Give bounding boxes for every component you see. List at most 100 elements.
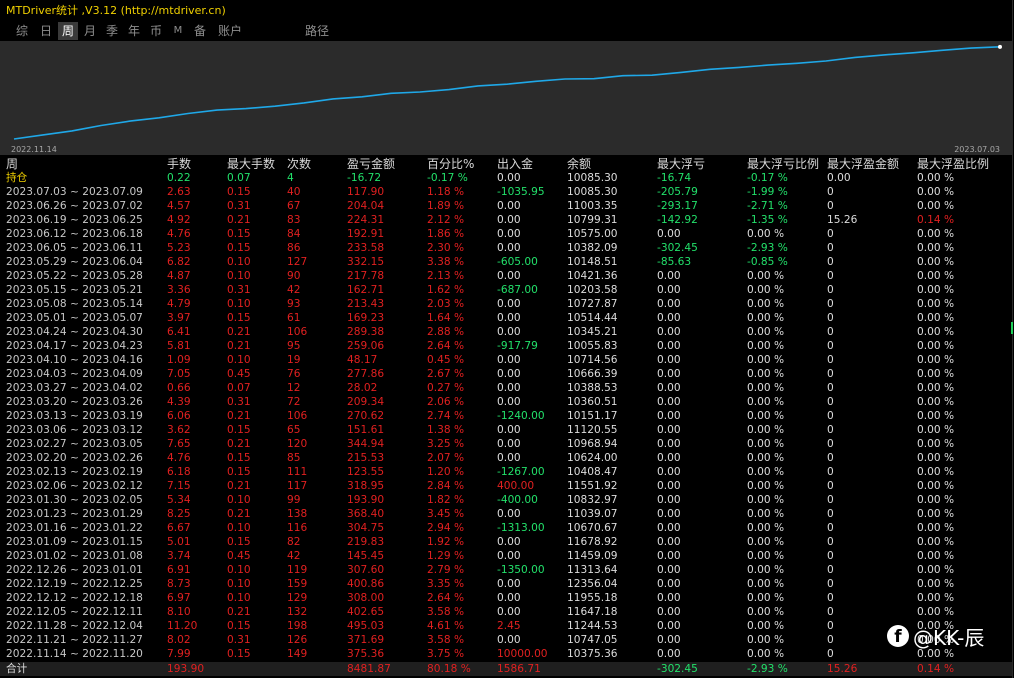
table-row[interactable]: 2023.01.23 ~ 2023.01.29 8.25 0.21 138 368.40… bbox=[0, 507, 1012, 521]
cell-max-floating-loss-pct: 0.00 % bbox=[747, 606, 785, 618]
table-row[interactable]: 2022.12.19 ~ 2022.12.25 8.73 0.10 159 400.86… bbox=[0, 577, 1012, 591]
cell-percent: 1.20 % bbox=[427, 466, 465, 478]
holding-row[interactable]: 持仓 0.22 0.07 4 -16.72 -0.17 % 0.00 10085.30 -16.… bbox=[0, 171, 1012, 185]
table-row[interactable]: 2022.12.05 ~ 2022.12.11 8.10 0.21 132 402.65… bbox=[0, 605, 1012, 619]
tab-weekly[interactable]: 周 bbox=[58, 22, 78, 40]
table-row[interactable]: 2023.01.16 ~ 2023.01.22 6.67 0.10 116 304.75… bbox=[0, 521, 1012, 535]
cell-period: 2023.02.13 ~ 2023.02.19 bbox=[6, 466, 143, 478]
cell-max-floating-loss: 0.00 bbox=[657, 270, 681, 282]
table-row[interactable]: 2023.06.19 ~ 2023.06.25 4.92 0.21 83 224.31 2… bbox=[0, 213, 1012, 227]
cell-max-floating-loss-pct: 0.00 % bbox=[747, 340, 785, 352]
table-row[interactable]: 2022.11.21 ~ 2022.11.27 8.02 0.31 126 371.69… bbox=[0, 633, 1012, 647]
cell-percent: 2.64 % bbox=[427, 340, 465, 352]
cell-max-floating-loss: 0.00 bbox=[657, 606, 681, 618]
cell-max-floating-loss-pct: -2.93 % bbox=[747, 242, 788, 254]
cell-trades: 83 bbox=[287, 214, 301, 226]
table-row[interactable]: 2023.04.17 ~ 2023.04.23 5.81 0.21 95 259.06 2… bbox=[0, 339, 1012, 353]
cell-pnl: 193.90 bbox=[347, 494, 385, 506]
cell-balance: 10345.21 bbox=[567, 326, 618, 338]
table-row[interactable]: 2023.03.06 ~ 2023.03.12 3.62 0.15 65 151.61 1… bbox=[0, 423, 1012, 437]
cell-period: 2023.05.29 ~ 2023.06.04 bbox=[6, 256, 143, 268]
cell-deposit-withdraw: -1313.00 bbox=[497, 522, 545, 534]
cell-max-floating-profit-pct: 0.00 % bbox=[917, 536, 955, 548]
cell-max-floating-loss-pct: 0.00 % bbox=[747, 522, 785, 534]
cell-trades: 42 bbox=[287, 284, 301, 296]
table-row[interactable]: 2022.12.26 ~ 2023.01.01 6.91 0.10 119 307.60… bbox=[0, 563, 1012, 577]
table-row[interactable]: 2023.06.12 ~ 2023.06.18 4.76 0.15 84 192.91 1… bbox=[0, 227, 1012, 241]
tab-currency[interactable]: 币 bbox=[146, 22, 166, 40]
cell-deposit-withdraw: -1035.95 bbox=[497, 186, 545, 198]
cell-period: 2023.06.26 ~ 2023.07.02 bbox=[6, 200, 143, 212]
table-row[interactable]: 2023.05.29 ~ 2023.06.04 6.82 0.10 127 332.15… bbox=[0, 255, 1012, 269]
table-row[interactable]: 2023.02.13 ~ 2023.02.19 6.18 0.15 111 123.55… bbox=[0, 465, 1012, 479]
table-row[interactable]: 2022.12.12 ~ 2022.12.18 6.97 0.10 129 308.00… bbox=[0, 591, 1012, 605]
cell-trades: 95 bbox=[287, 340, 301, 352]
tab-quarterly[interactable]: 季 bbox=[102, 22, 122, 40]
table-row[interactable]: 2023.06.26 ~ 2023.07.02 4.57 0.31 67 204.04 1… bbox=[0, 199, 1012, 213]
cell-period: 2023.03.06 ~ 2023.03.12 bbox=[6, 424, 143, 436]
cell-pnl: 270.62 bbox=[347, 410, 385, 422]
table-row[interactable]: 2023.03.27 ~ 2023.04.02 0.66 0.07 12 28.02 0.… bbox=[0, 381, 1012, 395]
table-row[interactable]: 2023.02.20 ~ 2023.02.26 4.76 0.15 85 215.53 2… bbox=[0, 451, 1012, 465]
table-row[interactable]: 2023.05.15 ~ 2023.05.21 3.36 0.31 42 162.71 1… bbox=[0, 283, 1012, 297]
cell-max-floating-loss-pct: -0.17 % bbox=[747, 172, 788, 184]
cell-max-lots: 0.21 bbox=[227, 606, 251, 618]
cell-percent: 3.45 % bbox=[427, 508, 465, 520]
table-row[interactable]: 2022.11.28 ~ 2022.12.04 11.20 0.15 198 495.0… bbox=[0, 619, 1012, 633]
table-row[interactable]: 2023.05.08 ~ 2023.05.14 4.79 0.10 93 213.43 2… bbox=[0, 297, 1012, 311]
cell-pnl: 162.71 bbox=[347, 284, 385, 296]
table-row[interactable]: 2023.04.24 ~ 2023.04.30 6.41 0.21 106 289.38… bbox=[0, 325, 1012, 339]
table-row[interactable]: 2023.01.02 ~ 2023.01.08 3.74 0.45 42 145.45 1… bbox=[0, 549, 1012, 563]
table-row[interactable]: 2023.01.30 ~ 2023.02.05 5.34 0.10 99 193.90 1… bbox=[0, 493, 1012, 507]
chart-start-date: 2022.11.14 bbox=[11, 145, 57, 154]
cell-max-floating-profit: 0 bbox=[827, 648, 834, 660]
table-row[interactable]: 2023.03.13 ~ 2023.03.19 6.06 0.21 106 270.62… bbox=[0, 409, 1012, 423]
cell-max-lots: 0.10 bbox=[227, 592, 251, 604]
tab-account[interactable]: 账户 bbox=[214, 22, 246, 40]
tab-m[interactable]: M bbox=[168, 22, 188, 40]
cell-deposit-withdraw: 0.00 bbox=[497, 172, 521, 184]
cell-balance: 10151.17 bbox=[567, 410, 618, 422]
table-row[interactable]: 2023.01.09 ~ 2023.01.15 5.01 0.15 82 219.83 1… bbox=[0, 535, 1012, 549]
cell-deposit-withdraw: 0.00 bbox=[497, 550, 521, 562]
cell-max-floating-loss: 0.00 bbox=[657, 592, 681, 604]
cell-percent: 1.18 % bbox=[427, 186, 465, 198]
cell-deposit-withdraw: 0.00 bbox=[497, 242, 521, 254]
cell-percent: 1.89 % bbox=[427, 200, 465, 212]
cell-max-lots: 0.10 bbox=[227, 564, 251, 576]
cell-max-floating-profit: 0 bbox=[827, 480, 834, 492]
cell-max-floating-loss-pct: 0.00 % bbox=[747, 438, 785, 450]
cell-trades: 138 bbox=[287, 508, 308, 520]
table-row[interactable]: 2023.02.27 ~ 2023.03.05 7.65 0.21 120 344.94… bbox=[0, 437, 1012, 451]
cell-pnl: 277.86 bbox=[347, 368, 385, 380]
table-row[interactable]: 2023.03.20 ~ 2023.03.26 4.39 0.31 72 209.34 2… bbox=[0, 395, 1012, 409]
table-row[interactable]: 2023.02.06 ~ 2023.02.12 7.15 0.21 117 318.95… bbox=[0, 479, 1012, 493]
cell-max-floating-profit-pct: 0.00 % bbox=[917, 340, 955, 352]
cell-pnl: 215.53 bbox=[347, 452, 385, 464]
cell-max-floating-profit-pct: 0.00 % bbox=[917, 592, 955, 604]
stats-table: 周手数 最大手数 次数 盈亏金额 百分比% 出入金 余额 最大浮亏 最大浮亏比例 最大浮盈金额 最大… bbox=[0, 156, 1012, 678]
cell-max-lots: 0.10 bbox=[227, 256, 251, 268]
table-row[interactable]: 2023.04.10 ~ 2023.04.16 1.09 0.10 19 48.17 0.… bbox=[0, 353, 1012, 367]
tab-notes[interactable]: 备 bbox=[190, 22, 210, 40]
table-row[interactable]: 2023.06.05 ~ 2023.06.11 5.23 0.15 86 233.58 2… bbox=[0, 241, 1012, 255]
cell-percent: 0.27 % bbox=[427, 382, 465, 394]
table-row[interactable]: 2023.04.03 ~ 2023.04.09 7.05 0.45 76 277.86 2… bbox=[0, 367, 1012, 381]
table-row[interactable]: 2022.11.14 ~ 2022.11.20 7.99 0.15 149 375.36… bbox=[0, 647, 1012, 661]
table-row[interactable]: 2023.05.01 ~ 2023.05.07 3.97 0.15 61 169.23 1… bbox=[0, 311, 1012, 325]
tab-daily[interactable]: 日 bbox=[36, 22, 56, 40]
table-row[interactable]: 2023.05.22 ~ 2023.05.28 4.87 0.10 90 217.78 2… bbox=[0, 269, 1012, 283]
table-row[interactable]: 2023.07.03 ~ 2023.07.09 2.63 0.15 40 117.90 1… bbox=[0, 185, 1012, 199]
cell-max-floating-profit-pct: 0.00 % bbox=[917, 550, 955, 562]
cell-period: 2023.03.13 ~ 2023.03.19 bbox=[6, 410, 143, 422]
tab-monthly[interactable]: 月 bbox=[80, 22, 100, 40]
cell-percent: 2.30 % bbox=[427, 242, 465, 254]
tab-path[interactable]: 路径 bbox=[302, 22, 332, 40]
cell-max-floating-loss: -302.45 bbox=[657, 242, 698, 254]
cell-max-lots: 0.21 bbox=[227, 326, 251, 338]
summary-row[interactable]: 合计 193.90 8481.87 80.18 % 1586.71 -302.45 -2.9… bbox=[0, 662, 1012, 676]
tab-summary[interactable]: 综 bbox=[12, 22, 32, 40]
scroll-indicator[interactable] bbox=[1011, 322, 1013, 334]
tab-yearly[interactable]: 年 bbox=[124, 22, 144, 40]
cell-max-floating-loss: 0.00 bbox=[657, 312, 681, 324]
